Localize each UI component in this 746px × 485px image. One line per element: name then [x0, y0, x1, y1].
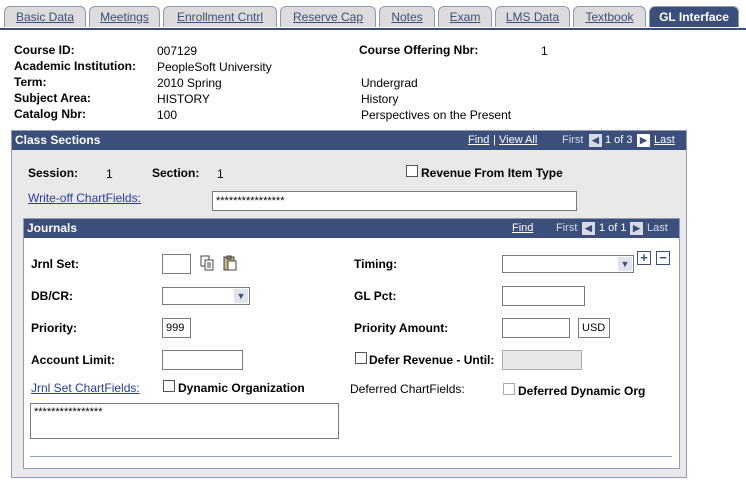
- course-id-value: 007129: [157, 44, 198, 58]
- priority-amount-label: Priority Amount:: [354, 321, 449, 335]
- gl-pct-input[interactable]: [502, 286, 585, 306]
- timing-label: Timing:: [354, 257, 398, 271]
- institution-value: PeopleSoft University: [157, 60, 272, 74]
- tab-label: GL Interface: [659, 10, 729, 24]
- session-label: Session:: [28, 166, 79, 180]
- chartfields-textarea[interactable]: ****************: [30, 403, 339, 439]
- priority-amount-input[interactable]: [502, 318, 570, 338]
- jrnl-set-chartfields-link[interactable]: Jrnl Set ChartFields:: [31, 381, 140, 395]
- tab-label: Basic Data: [15, 10, 75, 24]
- class-sections-title: Class Sections: [15, 133, 101, 147]
- tab-label: LMS Data: [505, 10, 560, 24]
- class-sections-header: Class Sections Find | View All First ◀ 1…: [12, 131, 686, 150]
- paste-icon[interactable]: [223, 255, 237, 271]
- catalog-desc: Perspectives on the Present: [361, 108, 512, 122]
- jrnl-set-label: Jrnl Set:: [31, 257, 80, 271]
- defer-revenue-label: Defer Revenue - Until:: [369, 353, 495, 367]
- nav-separator: |: [493, 134, 496, 146]
- term-value: 2010 Spring: [157, 76, 222, 90]
- dynamic-organization-label: Dynamic Organization: [178, 381, 305, 395]
- tab-label: Textbook: [585, 10, 634, 24]
- deferred-dynamic-org-label: Deferred Dynamic Org: [518, 384, 646, 398]
- deferred-chartfields-label: Deferred ChartFields:: [350, 382, 465, 396]
- course-offering-label: Course Offering Nbr:: [359, 43, 479, 57]
- tab-label: Reserve Cap: [292, 10, 364, 24]
- journals-find-link[interactable]: Find: [512, 219, 533, 238]
- priority-input[interactable]: 999: [162, 318, 191, 338]
- view-all-link[interactable]: View All: [499, 131, 537, 150]
- section-label: Section:: [152, 166, 200, 180]
- course-offering-value: 1: [541, 44, 548, 58]
- journals-next-arrow-icon[interactable]: ▶: [630, 222, 643, 235]
- account-limit-label: Account Limit:: [31, 353, 115, 367]
- career-value: Undergrad: [361, 76, 418, 90]
- delete-row-button[interactable]: −: [656, 251, 670, 265]
- tab-notes[interactable]: Notes: [379, 6, 435, 27]
- subject-value: HISTORY: [157, 92, 210, 106]
- gl-pct-label: GL Pct:: [354, 289, 397, 303]
- currency-field[interactable]: USD: [578, 318, 610, 338]
- find-link[interactable]: Find: [468, 131, 489, 150]
- tab-lms-data[interactable]: LMS Data: [495, 6, 570, 27]
- revenue-item-type-checkbox[interactable]: [406, 165, 418, 177]
- priority-label: Priority:: [31, 321, 78, 335]
- last-link[interactable]: Last: [654, 131, 675, 150]
- section-value: 1: [217, 167, 224, 181]
- prev-arrow-icon[interactable]: ◀: [589, 134, 602, 147]
- dynamic-organization-checkbox[interactable]: [163, 380, 175, 392]
- writeoff-chartfields-field[interactable]: ****************: [212, 191, 577, 211]
- tab-textbook[interactable]: Textbook: [573, 6, 646, 27]
- class-sections-panel: Class Sections Find | View All First ◀ 1…: [11, 130, 687, 478]
- journals-divider: [30, 456, 672, 457]
- session-value: 1: [106, 167, 113, 181]
- journals-first-label: First: [556, 222, 578, 234]
- dbcr-label: DB/CR:: [31, 289, 73, 303]
- account-limit-input[interactable]: [162, 350, 243, 370]
- next-arrow-icon[interactable]: ▶: [637, 134, 650, 147]
- revenue-item-type-label: Revenue From Item Type: [421, 166, 563, 180]
- defer-until-date-field: [502, 350, 582, 370]
- tab-label: Enrollment Cntrl: [176, 10, 264, 24]
- tab-label: Meetings: [100, 10, 149, 24]
- tab-enrollment-cntrl[interactable]: Enrollment Cntrl: [163, 6, 277, 27]
- term-label: Term:: [14, 75, 47, 89]
- journals-header: Journals Find First ◀ 1 of 1 ▶ Last: [24, 219, 679, 238]
- journals-last-label: Last: [647, 222, 668, 234]
- journals-panel: Journals Find First ◀ 1 of 1 ▶ Last Jrnl…: [23, 218, 680, 469]
- writeoff-chartfields-link[interactable]: Write-off ChartFields:: [28, 191, 141, 205]
- tab-label: Exam: [449, 10, 481, 24]
- timing-select[interactable]: ▼: [502, 255, 634, 273]
- row-count: 1 of 3: [605, 134, 633, 146]
- defer-revenue-checkbox[interactable]: [355, 352, 367, 364]
- journals-title: Journals: [27, 221, 78, 235]
- tab-bar: Basic Data Meetings Enrollment Cntrl Res…: [0, 0, 746, 30]
- catalog-value: 100: [157, 108, 178, 122]
- journals-row-count: 1 of 1: [599, 222, 627, 234]
- copy-icon[interactable]: [200, 255, 214, 271]
- tab-label: Notes: [391, 10, 423, 24]
- tab-exam[interactable]: Exam: [438, 6, 492, 27]
- subject-label: Subject Area:: [14, 91, 91, 105]
- chevron-down-icon: ▼: [234, 289, 248, 303]
- tab-basic-data[interactable]: Basic Data: [4, 6, 86, 27]
- course-id-label: Course ID:: [14, 43, 75, 57]
- tab-meetings[interactable]: Meetings: [89, 6, 160, 27]
- add-row-button[interactable]: +: [637, 251, 651, 265]
- institution-label: Academic Institution:: [14, 59, 137, 73]
- jrnl-set-input[interactable]: [162, 254, 191, 274]
- catalog-label: Catalog Nbr:: [14, 107, 86, 121]
- tab-reserve-cap[interactable]: Reserve Cap: [280, 6, 376, 27]
- tab-gl-interface[interactable]: GL Interface: [649, 6, 739, 27]
- deferred-dynamic-org-checkbox: [503, 383, 515, 395]
- subject-desc: History: [361, 92, 399, 106]
- journals-prev-arrow-icon[interactable]: ◀: [582, 222, 595, 235]
- chevron-down-icon: ▼: [618, 257, 632, 271]
- dbcr-select[interactable]: ▼: [162, 287, 250, 305]
- first-label: First: [562, 134, 584, 146]
